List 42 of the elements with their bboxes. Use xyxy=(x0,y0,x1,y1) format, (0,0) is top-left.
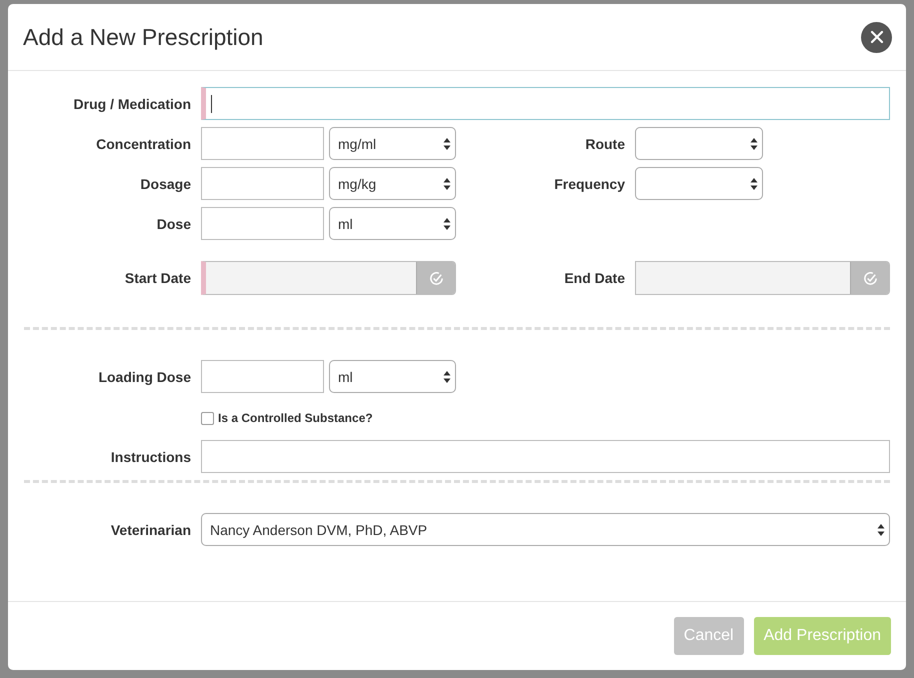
field-label: Veterinarian xyxy=(110,522,191,538)
field-label: Concentration xyxy=(95,136,191,152)
close-button[interactable] xyxy=(861,22,892,52)
dropdown-arrows-icon xyxy=(750,176,758,190)
field-label: Route xyxy=(584,136,625,152)
instructions-input-field[interactable] xyxy=(201,440,890,473)
dropdown-arrows-icon xyxy=(443,176,451,190)
field-label: Frequency xyxy=(553,176,625,192)
option-dropdown[interactable] xyxy=(635,167,763,200)
drug-input-field[interactable] xyxy=(201,87,890,120)
field-label: Dose xyxy=(156,216,191,232)
date-picker-button[interactable] xyxy=(850,262,889,294)
amount-input-field[interactable] xyxy=(201,360,324,393)
checkbox-label: Is a Controlled Substance? xyxy=(218,411,373,425)
dropdown-arrows-icon xyxy=(750,136,758,150)
unit-dropdown[interactable]: ml xyxy=(329,207,456,240)
date-input-field[interactable] xyxy=(635,261,890,295)
date-input-field[interactable] xyxy=(201,261,456,295)
unit-dropdown[interactable]: mg/kg xyxy=(329,167,456,200)
field-label: End Date xyxy=(563,270,625,286)
unit-dropdown[interactable]: ml xyxy=(329,360,456,393)
dropdown-arrows-icon xyxy=(443,136,451,150)
field-label: Loading Dose xyxy=(97,368,191,384)
option-dropdown[interactable] xyxy=(635,127,763,160)
dialog-title: Add a New Prescription xyxy=(23,24,264,50)
dropdown-arrows-icon xyxy=(443,216,451,230)
field-label: Start Date xyxy=(124,270,191,286)
unit-dropdown[interactable]: mg/ml xyxy=(329,127,456,160)
amount-input-field[interactable] xyxy=(201,127,324,160)
date-picker-button[interactable] xyxy=(416,262,455,294)
close-icon xyxy=(870,30,884,44)
checkbox[interactable] xyxy=(201,412,214,424)
field-label: Dosage xyxy=(139,176,191,192)
check-circle-icon xyxy=(862,270,878,286)
check-circle-icon xyxy=(428,270,444,286)
field-label: Instructions xyxy=(110,448,191,464)
dropdown-arrows-icon xyxy=(443,370,451,384)
veterinarian-dropdown[interactable]: Nancy Anderson DVM, PhD, ABVP xyxy=(201,513,890,546)
amount-input-field[interactable] xyxy=(201,167,324,200)
amount-input-field[interactable] xyxy=(201,207,324,240)
dropdown-arrows-icon xyxy=(877,522,885,536)
field-label: Drug / Medication xyxy=(72,96,191,112)
